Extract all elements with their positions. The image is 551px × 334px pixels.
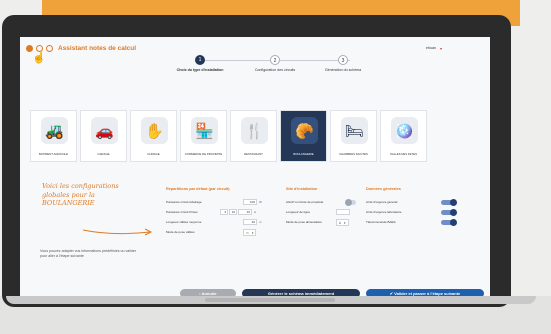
car-wrench-icon: 🚗	[91, 117, 118, 144]
pose-alim-value: Å	[339, 220, 342, 225]
storefront-icon: 🏪	[191, 117, 218, 144]
longueur-ligne-input[interactable]	[336, 209, 350, 215]
row-label: Mode de pose alimentation	[286, 220, 323, 224]
arrow-right-icon	[82, 228, 153, 236]
installation-type-list: 🚜 BATIMENT AGRICOLE 🚗 GARAGE ✋ GUMAGE 🏪 COMM…	[30, 110, 427, 162]
disco-ball-icon: 🪩	[391, 117, 418, 144]
tile-restaurant[interactable]: 🍴 RESTAURANT	[230, 110, 277, 162]
tractor-icon: 🚜	[41, 117, 68, 144]
stepper: 1 2 3 Choix du type d'installation Confi…	[170, 55, 361, 89]
repartitions-title: Répartitions par défaut (par circuit)	[166, 187, 230, 191]
eclairage-input[interactable]: 100	[243, 199, 257, 205]
step-3[interactable]: 3	[338, 55, 348, 65]
row-baes: Télécommande BAES	[366, 217, 457, 227]
tile-label: GUMAGE	[147, 152, 160, 156]
chef-icon: 🍴	[241, 117, 268, 144]
row-label: Télécommande BAES	[366, 220, 396, 224]
unit-label: m	[259, 220, 262, 224]
agcp-toggle[interactable]	[345, 198, 356, 206]
hint-text: Vous pouvez adapter vos informations pré…	[40, 249, 137, 258]
step-2[interactable]: 2	[270, 55, 280, 65]
tile-batiment-agricole[interactable]: 🚜 BATIMENT AGRICOLE	[30, 110, 77, 162]
tile-commerce[interactable]: 🏪 COMMERCE DE PROXIMITE	[180, 110, 227, 162]
pose-value: ▭	[246, 230, 249, 235]
baes-toggle[interactable]	[441, 218, 457, 226]
row-arret-labo: Arrêt d'urgence laboratoire	[366, 207, 457, 217]
prises-input-3[interactable]: 16	[238, 209, 252, 215]
bed-icon: 🛏	[341, 117, 368, 144]
tile-label: SALLES DES FETES	[390, 152, 417, 156]
tile-chambres-hotes[interactable]: 🛏 CHAMBRES D'HOTES	[330, 110, 377, 162]
unit-label: A	[254, 210, 257, 214]
tile-label: BATIMENT AGRICOLE	[39, 152, 68, 156]
arret-labo-toggle[interactable]	[441, 208, 457, 216]
pose-select[interactable]: ▭ ▾	[243, 228, 257, 236]
laptop-bezel: Assistant notes de calcul ☝ ehuan ▾ 1 2 …	[2, 15, 511, 307]
longueur-input[interactable]: 20	[243, 219, 257, 225]
general-title: Données générales	[366, 187, 401, 191]
row-label: Arrêt d'urgence général	[366, 200, 398, 204]
row-longueur-ligne: Longueur de ligne	[286, 207, 356, 217]
prises-input-1[interactable]: 3	[220, 209, 228, 215]
hand-coin-icon: ✋	[141, 117, 168, 144]
unit-label: W	[259, 200, 262, 204]
step-2-label: Configuration des circuits	[254, 68, 296, 72]
hand-pointer-icon: ☝	[32, 52, 46, 64]
general-panel: Données générales Arrêt d'urgence généra…	[366, 187, 457, 227]
tile-label: RESTAURANT	[244, 152, 263, 156]
tile-gumage[interactable]: ✋ GUMAGE	[130, 110, 177, 162]
laptop-hinge	[205, 298, 335, 302]
step-1[interactable]: 1	[195, 55, 205, 65]
tile-label: GARAGE	[97, 152, 110, 156]
arret-general-toggle[interactable]	[441, 198, 457, 206]
chevron-down-icon: ▾	[344, 220, 346, 225]
step-1-label: Choix du type d'installation	[176, 68, 224, 72]
repartitions-panel: Répartitions par défaut (par circuit) Pu…	[166, 187, 276, 237]
row-prises: Puissance circuit Prises 3 10 16 A	[166, 207, 276, 217]
row-label: Arrêt d'urgence laboratoire	[366, 210, 402, 214]
app-screen: Assistant notes de calcul ☝ ehuan ▾ 1 2 …	[20, 37, 490, 299]
tile-label: CHAMBRES D'HOTES	[339, 152, 368, 156]
tile-garage[interactable]: 🚗 GARAGE	[80, 110, 127, 162]
chevron-down-icon[interactable]: ▾	[440, 46, 442, 51]
pose-alim-select[interactable]: Å ▾	[336, 218, 349, 226]
row-arret-general: Arrêt d'urgence général	[366, 197, 457, 207]
chevron-down-icon: ▾	[251, 230, 254, 235]
row-longueur: Longueur câbles moyenne 20 m	[166, 217, 276, 227]
app-title: Assistant notes de calcul	[58, 45, 137, 52]
row-agcp: AGCP en limite de propriété	[286, 197, 356, 207]
site-title: Site d'installation	[286, 187, 318, 191]
bread-icon: 🥐	[291, 117, 318, 144]
handwritten-note: Voici les configurations globales pour l…	[42, 182, 119, 207]
row-label: Longueur câbles moyenne	[166, 220, 202, 224]
step-3-label: Génération du schéma	[324, 68, 362, 72]
step-connector	[200, 60, 270, 61]
row-pose-alim: Mode de pose alimentation Å ▾	[286, 217, 356, 227]
close-circle-icon[interactable]	[46, 45, 53, 52]
row-label: Longueur de ligne	[286, 210, 311, 214]
tile-boulangerie[interactable]: 🥐 BOULANGERIE	[280, 110, 327, 162]
row-pose: Mode de pose câbles ▭ ▾	[166, 227, 276, 237]
tile-label: BOULANGERIE	[293, 152, 314, 156]
row-label: AGCP en limite de propriété	[286, 200, 324, 204]
prises-input-2[interactable]: 10	[229, 209, 237, 215]
row-label: Puissance circuit Prises	[166, 210, 198, 214]
user-name[interactable]: ehuan	[426, 46, 436, 50]
row-eclairage: Puissance circuit éclairage 100 W	[166, 197, 276, 207]
tile-label: COMMERCE DE PROXIMITE	[184, 152, 223, 156]
row-label: Puissance circuit éclairage	[166, 200, 202, 204]
tile-salles-fetes[interactable]: 🪩 SALLES DES FETES	[380, 110, 427, 162]
row-label: Mode de pose câbles	[166, 230, 195, 234]
site-panel: Site d'installation AGCP en limite de pr…	[286, 187, 356, 227]
